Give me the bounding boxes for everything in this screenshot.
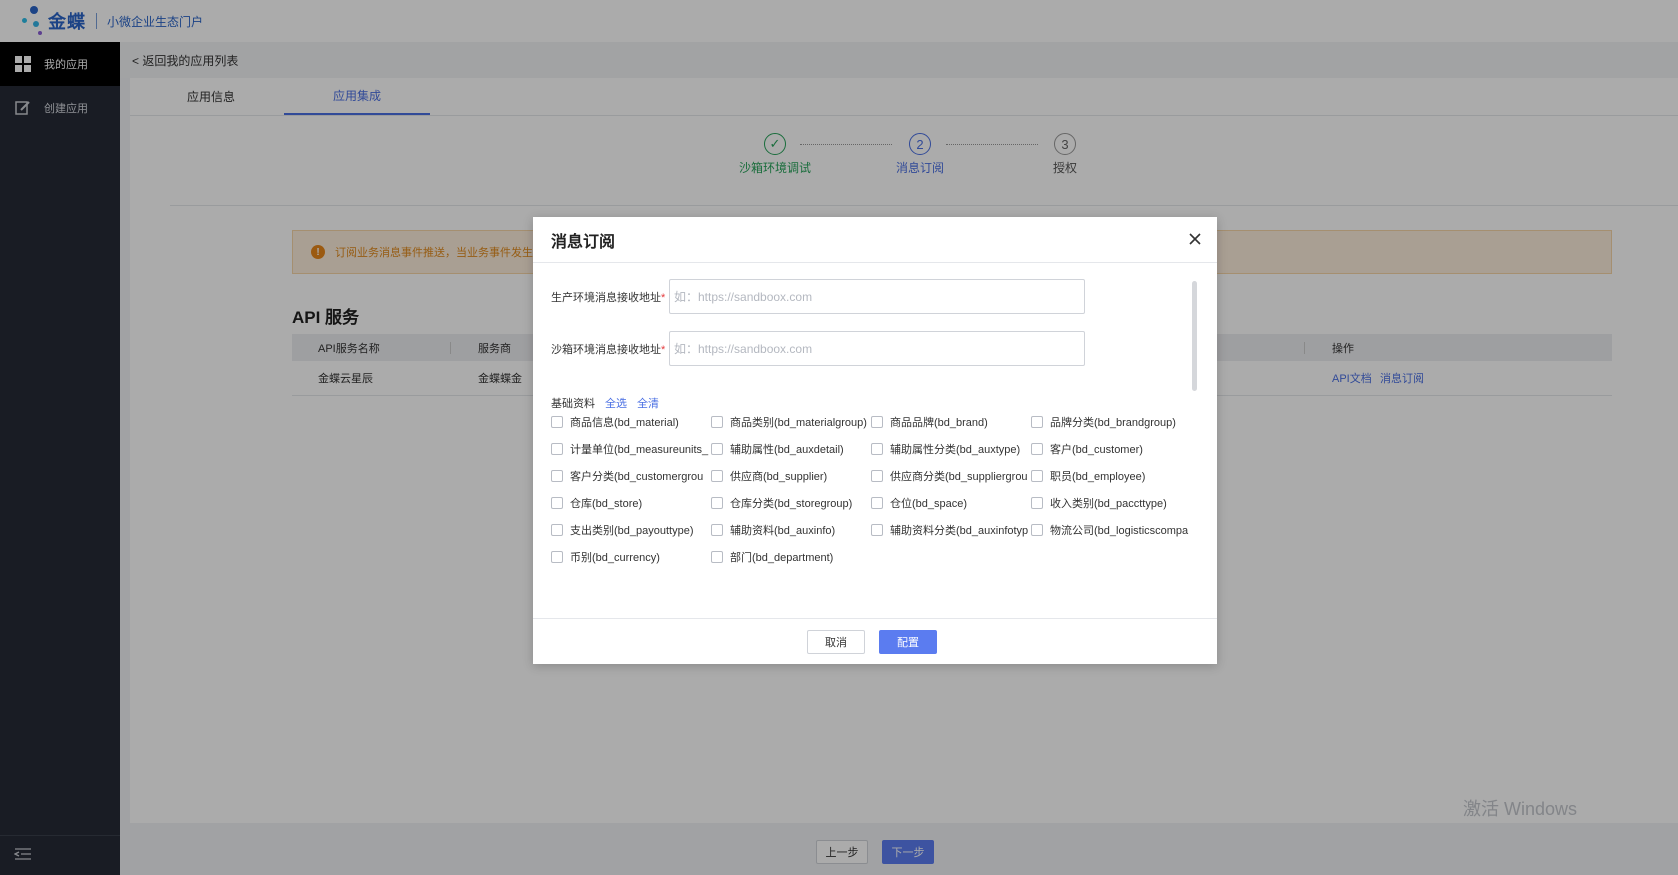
sandbox-url-field: 沙箱环境消息接收地址* bbox=[551, 331, 1085, 366]
checkbox-label: 物流公司(bd_logisticscompa bbox=[1050, 525, 1189, 537]
production-url-field: 生产环境消息接收地址* bbox=[551, 279, 1085, 314]
basics-section-header: 基础资料 全选 全清 bbox=[551, 395, 659, 411]
checkbox[interactable] bbox=[711, 524, 723, 536]
checkbox[interactable] bbox=[711, 497, 723, 509]
dialog-scrollbar[interactable] bbox=[1192, 281, 1197, 391]
checkbox[interactable] bbox=[711, 470, 723, 482]
checkbox-label: 客户(bd_customer) bbox=[1050, 444, 1143, 456]
select-all-link[interactable]: 全选 bbox=[605, 395, 627, 411]
configure-button[interactable]: 配置 bbox=[879, 630, 937, 654]
subscription-checkbox-item[interactable]: 商品品牌(bd_brand) bbox=[871, 413, 1033, 431]
subscription-checkbox-item[interactable]: 品牌分类(bd_brandgroup) bbox=[1031, 413, 1193, 431]
subscription-checkbox-item[interactable]: 收入类别(bd_paccttype) bbox=[1031, 494, 1193, 512]
subscription-checkbox-item[interactable]: 客户分类(bd_customergrou bbox=[551, 467, 713, 485]
subscription-checkbox-item[interactable]: 仓库分类(bd_storegroup) bbox=[711, 494, 873, 512]
sandbox-url-input[interactable] bbox=[669, 331, 1085, 366]
subscription-checkbox-item[interactable]: 辅助属性分类(bd_auxtype) bbox=[871, 440, 1033, 458]
checkbox-label: 商品信息(bd_material) bbox=[570, 417, 679, 429]
checkbox[interactable] bbox=[551, 416, 563, 428]
subscription-checkbox-item[interactable]: 职员(bd_employee) bbox=[1031, 467, 1193, 485]
checkbox-label: 辅助属性(bd_auxdetail) bbox=[730, 444, 844, 456]
checkbox-label: 币别(bd_currency) bbox=[570, 552, 660, 564]
checkbox-label: 支出类别(bd_payouttype) bbox=[570, 525, 694, 537]
subscription-checkbox-item[interactable]: 辅助资料分类(bd_auxinfotyp bbox=[871, 521, 1033, 539]
checkbox-label: 辅助资料(bd_auxinfo) bbox=[730, 525, 836, 537]
checkbox-label: 品牌分类(bd_brandgroup) bbox=[1050, 417, 1176, 429]
checkbox-label: 计量单位(bd_measureunits_ bbox=[570, 444, 709, 456]
checkbox-label: 辅助资料分类(bd_auxinfotyp bbox=[890, 525, 1029, 537]
checkbox-label: 客户分类(bd_customergrou bbox=[570, 471, 704, 483]
checkbox[interactable] bbox=[1031, 416, 1043, 428]
checkbox-label: 仓库分类(bd_storegroup) bbox=[730, 498, 853, 510]
close-icon[interactable] bbox=[1187, 231, 1203, 247]
checkbox-label: 仓库(bd_store) bbox=[570, 498, 643, 510]
field-label: 沙箱环境消息接收地址* bbox=[551, 343, 666, 356]
checkbox-label: 部门(bd_department) bbox=[730, 552, 834, 564]
checkbox[interactable] bbox=[551, 497, 563, 509]
checkbox-label: 职员(bd_employee) bbox=[1050, 471, 1146, 483]
checkbox[interactable] bbox=[711, 443, 723, 455]
checkbox[interactable] bbox=[551, 551, 563, 563]
checkbox[interactable] bbox=[871, 497, 883, 509]
checkbox-label: 商品类别(bd_materialgroup) bbox=[730, 417, 867, 429]
dialog-footer: 取消 配置 bbox=[533, 618, 1217, 664]
checkbox[interactable] bbox=[1031, 524, 1043, 536]
subscription-checkbox-item[interactable]: 辅助属性(bd_auxdetail) bbox=[711, 440, 873, 458]
subscription-checkbox-item[interactable]: 商品类别(bd_materialgroup) bbox=[711, 413, 873, 431]
message-subscription-dialog: 消息订阅 生产环境消息接收地址* 沙箱环境消息接收地址* 基础资料 全选 全清 … bbox=[533, 217, 1217, 664]
subscription-checkbox-item[interactable]: 支出类别(bd_payouttype) bbox=[551, 521, 713, 539]
checkbox-label: 商品品牌(bd_brand) bbox=[890, 417, 988, 429]
cancel-button[interactable]: 取消 bbox=[807, 630, 865, 654]
checkbox-label: 供应商分类(bd_suppliergrou bbox=[890, 471, 1028, 483]
checkbox[interactable] bbox=[871, 470, 883, 482]
subscription-checkbox-item[interactable]: 辅助资料(bd_auxinfo) bbox=[711, 521, 873, 539]
checkbox[interactable] bbox=[1031, 497, 1043, 509]
field-label: 生产环境消息接收地址* bbox=[551, 291, 666, 304]
clear-all-link[interactable]: 全清 bbox=[637, 395, 659, 411]
checkbox[interactable] bbox=[1031, 443, 1043, 455]
subscription-checkbox-item[interactable]: 计量单位(bd_measureunits_ bbox=[551, 440, 713, 458]
checkbox-label: 收入类别(bd_paccttype) bbox=[1050, 498, 1167, 510]
subscription-checkbox-item[interactable]: 仓库(bd_store) bbox=[551, 494, 713, 512]
subscription-checkbox-item[interactable]: 币别(bd_currency) bbox=[551, 548, 713, 566]
checkbox[interactable] bbox=[551, 470, 563, 482]
checkbox[interactable] bbox=[1031, 470, 1043, 482]
subscription-checkbox-item[interactable]: 供应商(bd_supplier) bbox=[711, 467, 873, 485]
dialog-title: 消息订阅 bbox=[551, 233, 616, 251]
checkbox[interactable] bbox=[551, 524, 563, 536]
checkbox-label: 供应商(bd_supplier) bbox=[730, 471, 828, 483]
dialog-header: 消息订阅 bbox=[533, 217, 1217, 263]
checkbox[interactable] bbox=[711, 416, 723, 428]
checkbox[interactable] bbox=[871, 524, 883, 536]
production-url-input[interactable] bbox=[669, 279, 1085, 314]
checkbox-label: 辅助属性分类(bd_auxtype) bbox=[890, 444, 1021, 456]
section-label: 基础资料 bbox=[551, 398, 595, 410]
subscription-checkbox-item[interactable]: 供应商分类(bd_suppliergrou bbox=[871, 467, 1033, 485]
checkbox[interactable] bbox=[711, 551, 723, 563]
checkbox[interactable] bbox=[551, 443, 563, 455]
subscription-checkbox-item[interactable]: 客户(bd_customer) bbox=[1031, 440, 1193, 458]
checkbox[interactable] bbox=[871, 443, 883, 455]
subscription-checkbox-item[interactable]: 物流公司(bd_logisticscompa bbox=[1031, 521, 1193, 539]
subscription-checkbox-item[interactable]: 商品信息(bd_material) bbox=[551, 413, 713, 431]
checkbox[interactable] bbox=[871, 416, 883, 428]
subscription-checkbox-item[interactable]: 部门(bd_department) bbox=[711, 548, 873, 566]
subscription-checkbox-item[interactable]: 仓位(bd_space) bbox=[871, 494, 1033, 512]
checkbox-label: 仓位(bd_space) bbox=[890, 498, 968, 510]
